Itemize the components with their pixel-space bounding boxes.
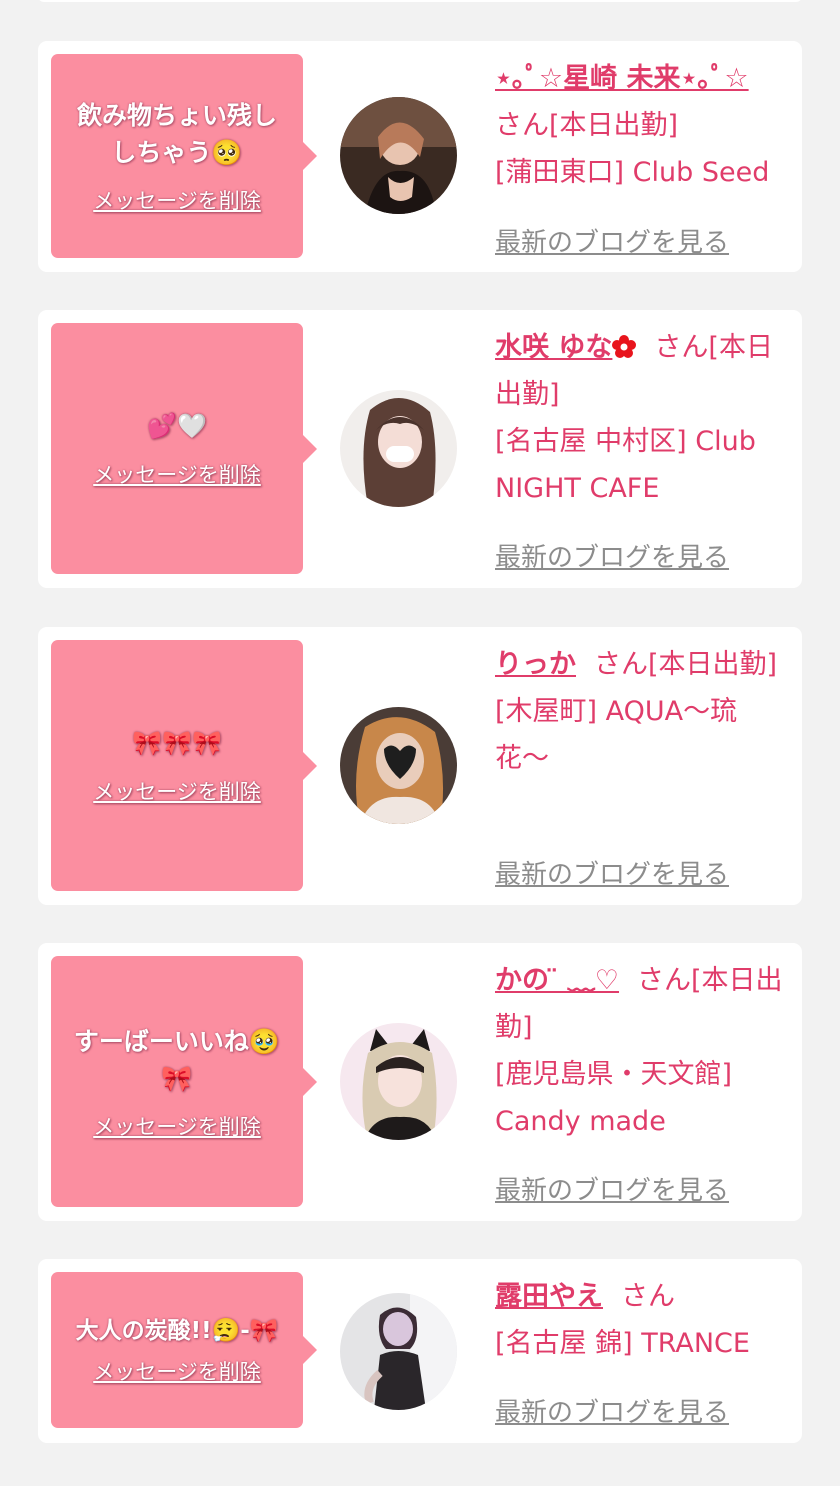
- cast-name-link[interactable]: 水咲 ゆな: [495, 332, 637, 363]
- cast-info: 水咲 ゆな さん[本日出勤] [名古屋 中村区] Club NIGHT CAFE: [495, 324, 785, 512]
- message-text: 🎀🎀🎀: [132, 729, 222, 757]
- message-text: 💕🤍: [147, 412, 207, 440]
- cast-info: りっか さん[本日出勤] [木屋町] AQUA〜琉花〜: [495, 641, 785, 782]
- message-bubble: すーばーいいね🥹🎀 メッセージを削除: [51, 956, 317, 1207]
- message-card: すーばーいいね🥹🎀 メッセージを削除 かの ̈ ︎﹏♡ さん[本日出勤] [鹿児島…: [38, 943, 802, 1221]
- delete-message-link[interactable]: メッセージを削除: [93, 1111, 261, 1141]
- message-card: 🎀🎀🎀 メッセージを削除 りっか さん[本日出勤] [木屋町] AQUA〜琉花〜 …: [38, 627, 802, 905]
- cast-info: ⋆｡ﾟ☆星崎 未来⋆｡ﾟ☆ さん[本日出勤] [蒲田東口] Club Seed: [495, 55, 785, 196]
- store-name: [蒲田東口] Club Seed: [495, 157, 770, 188]
- message-text: すーばーいいね🥹🎀: [73, 1026, 281, 1093]
- latest-blog-link[interactable]: 最新のブログを見る: [495, 222, 729, 259]
- message-card: 💕🤍 メッセージを削除 水咲 ゆな さん[本日出勤] [名古屋 中村区] Club…: [38, 310, 802, 588]
- latest-blog-link[interactable]: 最新のブログを見る: [495, 1392, 729, 1429]
- avatar[interactable]: [340, 390, 457, 507]
- store-name: [鹿児島県・天文館] Candy made: [495, 1059, 733, 1137]
- red-flower-icon: [612, 335, 637, 358]
- delete-message-link[interactable]: メッセージを削除: [93, 776, 261, 806]
- message-text: 飲み物ちょい残ししちゃう🥺: [76, 101, 277, 167]
- avatar-photo: [340, 97, 457, 214]
- message-bubble: 🎀🎀🎀 メッセージを削除: [51, 640, 317, 891]
- message-bubble: 飲み物ちょい残ししちゃう🥺 メッセージを削除: [51, 54, 317, 258]
- store-name: [木屋町] AQUA〜琉花〜: [495, 696, 738, 774]
- store-name: [名古屋 中村区] Club NIGHT CAFE: [495, 426, 756, 504]
- message-bubble: 大人の炭酸!!😮‍💨-🎀 メッセージを削除: [51, 1272, 317, 1428]
- cast-status: さん: [621, 1281, 675, 1312]
- delete-message-link[interactable]: メッセージを削除: [93, 1356, 261, 1386]
- cast-info: かの ̈ ︎﹏♡ さん[本日出勤] [鹿児島県・天文館] Candy made: [495, 957, 785, 1145]
- avatar[interactable]: [340, 97, 457, 214]
- latest-blog-link[interactable]: 最新のブログを見る: [495, 1170, 729, 1207]
- avatar-photo: [340, 1023, 457, 1140]
- delete-message-link[interactable]: メッセージを削除: [93, 459, 261, 489]
- previous-card-edge: [38, 0, 802, 2]
- message-text: 大人の炭酸!!😮‍💨-🎀: [75, 1318, 279, 1344]
- cast-name-link[interactable]: 露田やえ: [495, 1281, 603, 1312]
- avatar-photo: [340, 1293, 457, 1410]
- cast-name-link[interactable]: ⋆｡ﾟ☆星崎 未来⋆｡ﾟ☆: [495, 63, 749, 94]
- cast-name-link[interactable]: りっか: [495, 649, 576, 680]
- avatar[interactable]: [340, 1293, 457, 1410]
- cast-info: 露田やえ さん [名古屋 錦] TRANCE: [495, 1273, 785, 1367]
- message-bubble: 💕🤍 メッセージを削除: [51, 323, 317, 574]
- store-name: [名古屋 錦] TRANCE: [495, 1328, 750, 1359]
- cast-name-link[interactable]: かの ̈ ︎﹏♡: [495, 965, 619, 996]
- cast-status: さん[本日出勤]: [495, 110, 679, 141]
- avatar[interactable]: [340, 707, 457, 824]
- cast-status: さん[本日出勤]: [594, 649, 778, 680]
- avatar-photo: [340, 707, 457, 824]
- latest-blog-link[interactable]: 最新のブログを見る: [495, 537, 729, 574]
- latest-blog-link[interactable]: 最新のブログを見る: [495, 854, 729, 891]
- message-card: 大人の炭酸!!😮‍💨-🎀 メッセージを削除 露田やえ さん [名古屋 錦] TRA…: [38, 1259, 802, 1443]
- message-card: 飲み物ちょい残ししちゃう🥺 メッセージを削除 ⋆｡ﾟ☆星崎 未来⋆｡ﾟ☆ さん[…: [38, 41, 802, 272]
- avatar[interactable]: [340, 1023, 457, 1140]
- avatar-photo: [340, 390, 457, 507]
- delete-message-link[interactable]: メッセージを削除: [93, 185, 261, 215]
